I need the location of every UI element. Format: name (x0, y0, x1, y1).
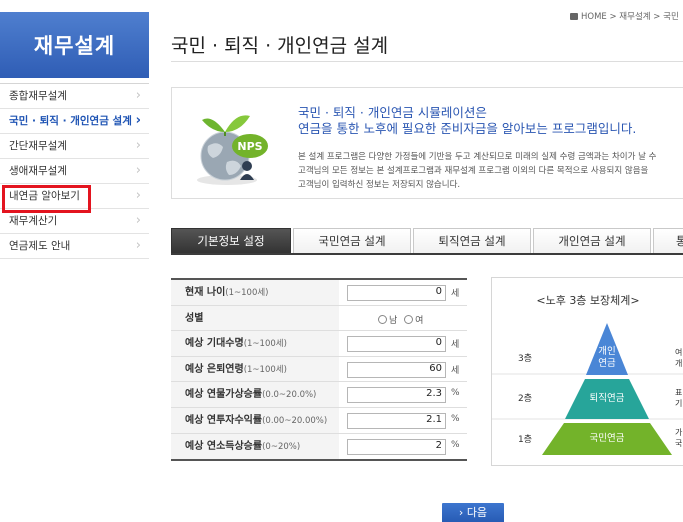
field-hint: (1~100세) (243, 339, 287, 350)
field-label: 예상 연투자수익률(0.00~20.00%) (171, 407, 339, 433)
basic-info-form: 현재 나이(1~100세) 0 세 성별 남 여 예상 기대수명(1~100세)… (171, 278, 467, 462)
sidebar-item-label: 생애재무설계 (9, 165, 67, 177)
breadcrumb-text: HOME > 재무설계 > 국민 (581, 12, 679, 22)
unit-label: % (451, 439, 460, 450)
form-row-retirement-age: 예상 은퇴연령(1~100세) 60 세 (171, 356, 467, 383)
field-hint: (0.0~20.0%) (262, 390, 317, 401)
field-hint: (0.00~20.00%) (262, 415, 328, 426)
field-hint: (1~100세) (243, 364, 287, 375)
form-row-gender: 성별 남 여 (171, 305, 467, 332)
sidebar-item-label: 재무계산기 (9, 215, 58, 227)
field-hint: (1~100세) (225, 288, 269, 298)
intro-box: NPS 국민 · 퇴직 · 개인연금 시뮬레이션은 연금을 통한 노후에 필요한… (171, 87, 683, 199)
chevron-right-icon: › (135, 213, 141, 228)
retirement-age-input[interactable]: 60 (347, 361, 446, 378)
breadcrumb: HOME > 재무설계 > 국민 (570, 10, 679, 22)
pyramid-right-text-2: 표기 (675, 388, 683, 408)
field-label: 예상 연물가상승률(0.0~20.0%) (171, 382, 339, 407)
field-label: 예상 은퇴연령(1~100세) (171, 356, 339, 382)
tab-basic-info[interactable]: 기본정보 설정 (171, 228, 291, 253)
tab-personal-pension[interactable]: 개인연금 설계 (533, 228, 651, 253)
field-label: 예상 기대수명(1~100세) (171, 331, 339, 356)
chevron-right-icon: › (135, 238, 141, 253)
highlight-box (2, 185, 91, 213)
sidebar-item-lifecycle-plan[interactable]: 생애재무설계 › (0, 159, 149, 184)
field-label: 예상 연소득상승률(0~20%) (171, 433, 339, 460)
globe-nps-icon: NPS (197, 115, 268, 185)
sidebar-header: 재무설계 (0, 12, 149, 78)
intro-heading-2: 연금을 통한 노후에 필요한 준비자금을 알아보는 프로그램입니다. (298, 121, 637, 136)
form-row-investment-return: 예상 연투자수익률(0.00~20.00%) 2.1 % (171, 407, 467, 434)
gender-male-radio[interactable] (378, 314, 387, 324)
field-label: 현재 나이(1~100세) (171, 280, 339, 305)
page-title: 국민 · 퇴직 · 개인연금 설계 (171, 35, 389, 57)
pension-pyramid-panel: <노후 3층 보장체계> 3층 2층 1층 개인연금 퇴직연금 국민연금 여개인… (491, 277, 683, 466)
sidebar-item-label: 연금제도 안내 (9, 240, 71, 252)
pyramid-level-1-label: 국민연금 (589, 433, 625, 444)
nps-badge-text: NPS (237, 140, 262, 153)
pyramid-level-3-label: 개인 연금 (598, 346, 616, 369)
chevron-right-icon: › (135, 188, 141, 203)
sidebar-item-label: 국민 · 퇴직 · 개인연금 설계 (9, 115, 132, 127)
unit-label: 세 (451, 365, 460, 376)
divider (171, 61, 683, 62)
intro-line-3: 고객님이 입력하신 정보는 저장되지 않습니다. (298, 180, 461, 190)
gender-radio-group: 남 여 (374, 313, 423, 326)
form-row-life-expectancy: 예상 기대수명(1~100세) 0 세 (171, 331, 467, 357)
investment-return-input[interactable]: 2.1 (347, 412, 446, 429)
inflation-rate-input[interactable]: 2.3 (347, 387, 446, 404)
life-expectancy-input[interactable]: 0 (347, 336, 446, 353)
chevron-right-icon: › (135, 88, 141, 103)
home-icon (570, 13, 578, 20)
field-hint: (0~20%) (262, 441, 301, 452)
current-age-input[interactable]: 0 (347, 285, 446, 301)
sidebar-menu: 종합재무설계 › 국민 · 퇴직 · 개인연금 설계 › 간단재무설계 › 생애… (0, 83, 149, 259)
gender-female-radio[interactable] (404, 314, 414, 324)
pyramid-side-label-2: 2층 (518, 394, 533, 404)
chevron-right-icon: › (135, 163, 141, 178)
sidebar-item-simple-plan[interactable]: 간단재무설계 › (0, 134, 149, 159)
sidebar-item-pension-guide[interactable]: 연금제도 안내 › (0, 234, 149, 259)
tab-bar: 기본정보 설정 국민연금 설계 퇴직연금 설계 개인연금 설계 통 (171, 228, 683, 255)
next-button[interactable]: › 다음 (442, 503, 504, 522)
pyramid-right-text-3: 여개인 (675, 348, 683, 368)
intro-line-1: 본 설계 프로그램은 다양한 가정들에 기반을 두고 계산되므로 미래의 실제 … (298, 152, 657, 162)
tab-more[interactable]: 통 (653, 228, 683, 253)
field-label: 성별 (171, 305, 339, 331)
gender-female-label: 여 (415, 315, 424, 326)
chevron-right-icon: › (135, 113, 141, 128)
unit-label: 세 (451, 289, 460, 299)
sidebar-item-label: 종합재무설계 (9, 90, 67, 102)
unit-label: % (451, 413, 460, 424)
pyramid-level-2-label: 퇴직연금 (589, 393, 625, 404)
tab-national-pension[interactable]: 국민연금 설계 (293, 228, 411, 253)
pyramid-side-label-3: 3층 (518, 354, 533, 364)
sidebar-item-label: 간단재무설계 (9, 140, 67, 152)
form-row-current-age: 현재 나이(1~100세) 0 세 (171, 280, 467, 306)
income-growth-input[interactable]: 2 (347, 438, 446, 455)
form-row-inflation-rate: 예상 연물가상승률(0.0~20.0%) 2.3 % (171, 382, 467, 408)
form-row-income-growth: 예상 연소득상승률(0~20%) 2 % (171, 433, 467, 460)
pyramid-side-label-1: 1층 (518, 435, 533, 445)
unit-label: 세 (451, 340, 460, 351)
intro-description: 본 설계 프로그램은 다양한 가정들에 기반을 두고 계산되므로 미래의 실제 … (298, 150, 683, 192)
page: 재무설계 종합재무설계 › 국민 · 퇴직 · 개인연금 설계 › 간단재무설계… (0, 0, 683, 522)
intro-line-2: 고객님의 모든 정보는 본 설계프로그램과 재무설계 프로그램 이외의 다른 목… (298, 166, 649, 176)
unit-label: % (451, 388, 460, 399)
sidebar-item-comprehensive-plan[interactable]: 종합재무설계 › (0, 84, 149, 109)
tab-retirement-pension[interactable]: 퇴직연금 설계 (413, 228, 531, 253)
chevron-right-icon: › (135, 138, 141, 153)
sidebar-item-pension-plan[interactable]: 국민 · 퇴직 · 개인연금 설계 › (0, 109, 149, 134)
pyramid-right-text-1: 가국 (675, 428, 683, 448)
gender-male-label: 남 (389, 315, 398, 326)
